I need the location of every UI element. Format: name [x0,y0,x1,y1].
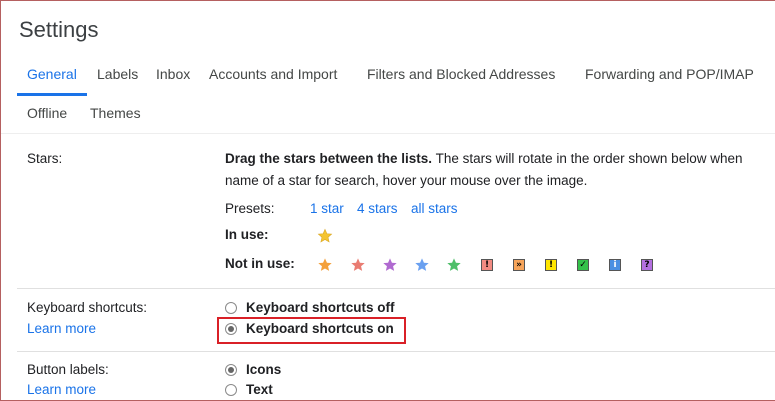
preset-4-stars-link[interactable]: 4 stars [357,201,398,216]
section-divider [17,288,775,289]
red-star-icon[interactable] [350,257,366,273]
green-star-icon[interactable] [446,257,462,273]
orange-guillemet-icon[interactable]: » [513,259,525,271]
page-title: Settings [19,17,99,42]
orange-star-icon[interactable] [317,257,333,273]
tab-themes[interactable]: Themes [90,105,141,121]
keyboard-shortcuts-learn-more-link[interactable]: Learn more [27,321,96,336]
blue-star-icon[interactable] [414,257,430,273]
button-labels-text-label[interactable]: Text [246,382,273,397]
keyboard-shortcuts-off-label[interactable]: Keyboard shortcuts off [246,300,395,315]
tabs-divider [1,133,775,134]
purple-star-icon[interactable] [382,257,398,273]
purple-question-icon[interactable]: ? [641,259,653,271]
button-labels-icons-label[interactable]: Icons [246,362,281,377]
button-labels-text-radio[interactable] [225,384,237,396]
section-divider [17,351,775,352]
yellow-bang-icon[interactable]: ! [545,259,557,271]
blue-info-icon[interactable]: i [609,259,621,271]
button-labels-label: Button labels: [27,362,109,377]
red-bang-icon[interactable]: ! [481,259,493,271]
stars-label: Stars: [27,151,63,166]
tab-general[interactable]: General [27,66,77,82]
tab-offline[interactable]: Offline [27,105,67,121]
tab-labels[interactable]: Labels [97,66,138,82]
in-use-label: In use: [225,227,269,242]
annotation-highlight-box [217,317,406,344]
stars-instruction-line2: name of a star for search, hover your mo… [225,173,588,188]
yellow-star-icon[interactable] [317,228,333,244]
tab-forwarding-and-pop-imap[interactable]: Forwarding and POP/IMAP [585,66,754,82]
keyboard-shortcuts-off-radio[interactable] [225,302,237,314]
keyboard-shortcuts-label: Keyboard shortcuts: [27,300,148,315]
active-tab-indicator [17,93,87,96]
green-check-icon[interactable]: ✓ [577,259,589,271]
preset-all-stars-link[interactable]: all stars [411,201,458,216]
tab-inbox[interactable]: Inbox [156,66,190,82]
presets-label: Presets: [225,201,275,216]
not-in-use-label: Not in use: [225,256,295,271]
stars-instruction-bold: Drag the stars between the lists. [225,151,433,166]
button-labels-learn-more-link[interactable]: Learn more [27,382,96,397]
button-labels-icons-radio[interactable] [225,364,237,376]
stars-instruction-rest: The stars will rotate in the order shown… [435,151,743,166]
preset-1-star-link[interactable]: 1 star [310,201,344,216]
tab-filters-and-blocked-addresses[interactable]: Filters and Blocked Addresses [367,66,555,82]
settings-window: Settings General Labels Inbox Accounts a… [0,0,775,401]
stars-instruction: Drag the stars between the lists. The st… [225,151,742,166]
tab-accounts-and-import[interactable]: Accounts and Import [209,66,337,82]
